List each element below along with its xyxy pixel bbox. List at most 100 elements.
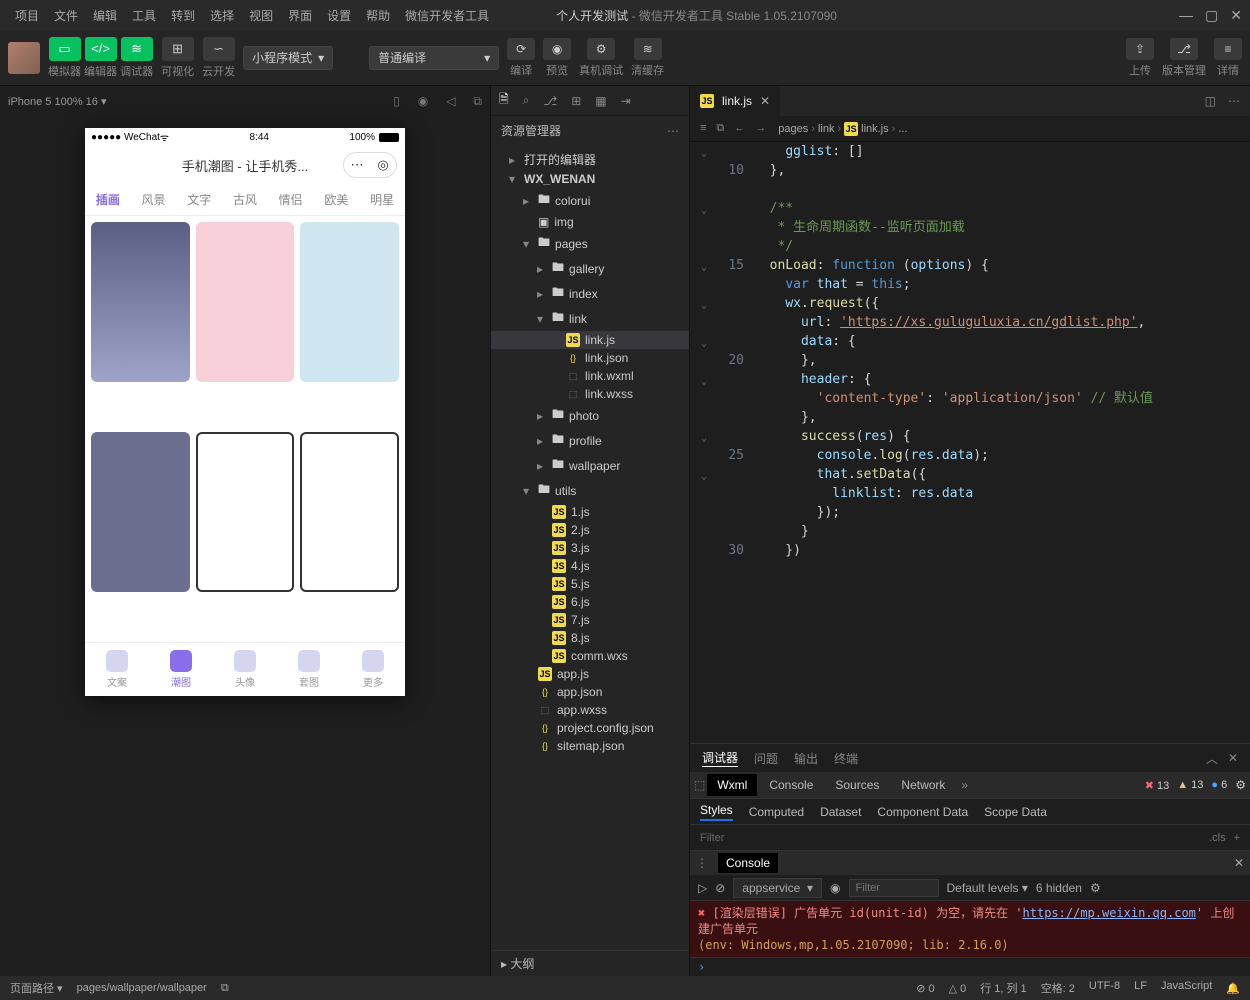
panel-tab[interactable]: 调试器 (702, 749, 738, 767)
branch-icon[interactable]: ⎇ (543, 94, 557, 108)
breadcrumb[interactable]: pages›link›JSlink.js›... (778, 122, 907, 136)
tabbar-item[interactable]: 潮图 (170, 650, 192, 689)
console-filter-input[interactable] (849, 879, 939, 897)
close-icon[interactable]: ✕ (1230, 7, 1242, 24)
styles-tab[interactable]: Scope Data (984, 805, 1047, 819)
wallpaper-card[interactable] (196, 222, 295, 382)
list-icon[interactable]: ≡ (700, 122, 706, 135)
realdevice-button[interactable]: ⚙ (587, 38, 615, 60)
tree-item[interactable]: ▾🖿pages (491, 231, 689, 256)
wallpaper-card[interactable] (300, 222, 399, 382)
gear-icon[interactable]: ⚙ (1235, 778, 1246, 792)
category-tab[interactable]: 文字 (187, 191, 211, 208)
menu-item[interactable]: 转到 (164, 3, 202, 28)
styles-tab[interactable]: Styles (700, 803, 733, 821)
status-item[interactable]: LF (1134, 980, 1147, 996)
filter-input[interactable]: Filter (700, 832, 724, 844)
more-icon[interactable]: » (961, 778, 968, 792)
tree-item[interactable]: {}app.json (491, 683, 689, 701)
mode-select[interactable]: 小程序模式▾ (243, 46, 333, 70)
wallpaper-card[interactable] (300, 432, 399, 592)
tree-item[interactable]: JSlink.js (491, 331, 689, 349)
filter-icon[interactable]: ▷ (698, 881, 707, 895)
tree-item[interactable]: ▸🖿index (491, 281, 689, 306)
menu-item[interactable]: 选择 (203, 3, 241, 28)
tree-item[interactable]: ⬚link.wxml (491, 367, 689, 385)
tree-item[interactable]: ▣img (491, 213, 689, 231)
menu-item[interactable]: 编辑 (86, 3, 124, 28)
split-editor-icon[interactable]: ◫ (1205, 94, 1216, 108)
gear-icon[interactable]: ⚙ (1090, 881, 1101, 895)
tree-item[interactable]: ⬚app.wxss (491, 701, 689, 719)
avatar[interactable] (8, 42, 40, 74)
copy-icon[interactable]: ⧉ (221, 982, 229, 995)
tree-item[interactable]: {}project.config.json (491, 719, 689, 737)
tree-item[interactable]: JS5.js (491, 575, 689, 593)
wallpaper-card[interactable] (91, 432, 190, 592)
tree-section[interactable]: ▾WX_WENAN (491, 170, 689, 188)
back-icon[interactable]: ← (734, 122, 745, 135)
cls-toggle[interactable]: .cls (1209, 832, 1226, 844)
styles-tab[interactable]: Computed (749, 805, 804, 819)
forward-icon[interactable]: → (755, 122, 766, 135)
close-icon[interactable]: ✕ (1228, 751, 1238, 765)
visualize-button[interactable]: ⊞ (162, 37, 194, 61)
split-icon[interactable]: ⧉ (473, 94, 482, 109)
info-badge[interactable]: ● 6 (1211, 779, 1227, 791)
clear-icon[interactable]: ⊘ (715, 881, 725, 895)
tree-item[interactable]: ⬚link.wxss (491, 385, 689, 403)
eye-icon[interactable]: ◉ (830, 881, 840, 895)
layout-icon[interactable]: ▦ (595, 94, 606, 108)
tabbar-item[interactable]: 套图 (298, 650, 320, 689)
wallpaper-card[interactable] (196, 432, 295, 592)
category-tab[interactable]: 风景 (142, 191, 166, 208)
close-icon[interactable]: ✕ (1234, 856, 1244, 870)
devtools-tab[interactable]: Sources (825, 774, 889, 796)
panel-tab[interactable]: 输出 (794, 750, 818, 767)
menu-item[interactable]: 工具 (125, 3, 163, 28)
tree-item[interactable]: JS7.js (491, 611, 689, 629)
menu-item[interactable]: 视图 (242, 3, 280, 28)
menu-item[interactable]: 帮助 (359, 3, 397, 28)
error-badge[interactable]: ✖ 13 (1145, 779, 1170, 792)
blocks-icon[interactable]: ⊞ (571, 94, 581, 108)
tree-item[interactable]: ▾🖿link (491, 306, 689, 331)
status-item[interactable]: 行 1, 列 1 (980, 980, 1026, 996)
status-item[interactable]: 空格: 2 (1041, 980, 1075, 996)
preview-button[interactable]: ◉ (543, 38, 571, 60)
styles-tab[interactable]: Dataset (820, 805, 861, 819)
files-icon[interactable]: 🗎 (499, 90, 509, 111)
status-item[interactable]: JavaScript (1161, 980, 1212, 996)
category-tab[interactable]: 明星 (370, 191, 394, 208)
tree-item[interactable]: {}sitemap.json (491, 737, 689, 755)
minimize-icon[interactable]: — (1179, 7, 1193, 24)
tree-item[interactable]: JS4.js (491, 557, 689, 575)
cloud-button[interactable]: ∽ (203, 37, 235, 61)
tree-item[interactable]: JScomm.wxs (491, 647, 689, 665)
editor-tab[interactable]: JS link.js ✕ (690, 86, 780, 116)
tree-item[interactable]: ▾🖿utils (491, 478, 689, 503)
tree-item[interactable]: JS3.js (491, 539, 689, 557)
capsule-menu[interactable]: ⋯ (344, 153, 370, 177)
search-icon[interactable]: ⌕ (523, 93, 530, 108)
tree-item[interactable]: ▸🖿profile (491, 428, 689, 453)
category-tab[interactable]: 插画 (96, 191, 120, 208)
version-button[interactable]: ⎇ (1170, 38, 1198, 60)
bell-icon[interactable]: 🔔 (1226, 982, 1240, 995)
bookmark-icon[interactable]: ⧉ (716, 122, 724, 135)
debugger-button[interactable]: ≋ (121, 37, 153, 61)
compile-button[interactable]: ⟳ (507, 38, 535, 60)
console-tab[interactable]: Console (718, 853, 778, 873)
devtools-tab[interactable]: Console (759, 774, 823, 796)
tree-item[interactable]: JSapp.js (491, 665, 689, 683)
tree-item[interactable]: ▸🖿wallpaper (491, 453, 689, 478)
toggle-icon[interactable]: ⋮ (696, 856, 708, 870)
page-path-select[interactable]: 页面路径 ▾ (10, 980, 63, 996)
tree-item[interactable]: JS6.js (491, 593, 689, 611)
wallpaper-card[interactable] (91, 222, 190, 382)
tabbar-item[interactable]: 更多 (362, 650, 384, 689)
category-tab[interactable]: 欧美 (324, 191, 348, 208)
tree-item[interactable]: JS2.js (491, 521, 689, 539)
tabbar-item[interactable]: 文案 (106, 650, 128, 689)
tree-item[interactable]: {}link.json (491, 349, 689, 367)
